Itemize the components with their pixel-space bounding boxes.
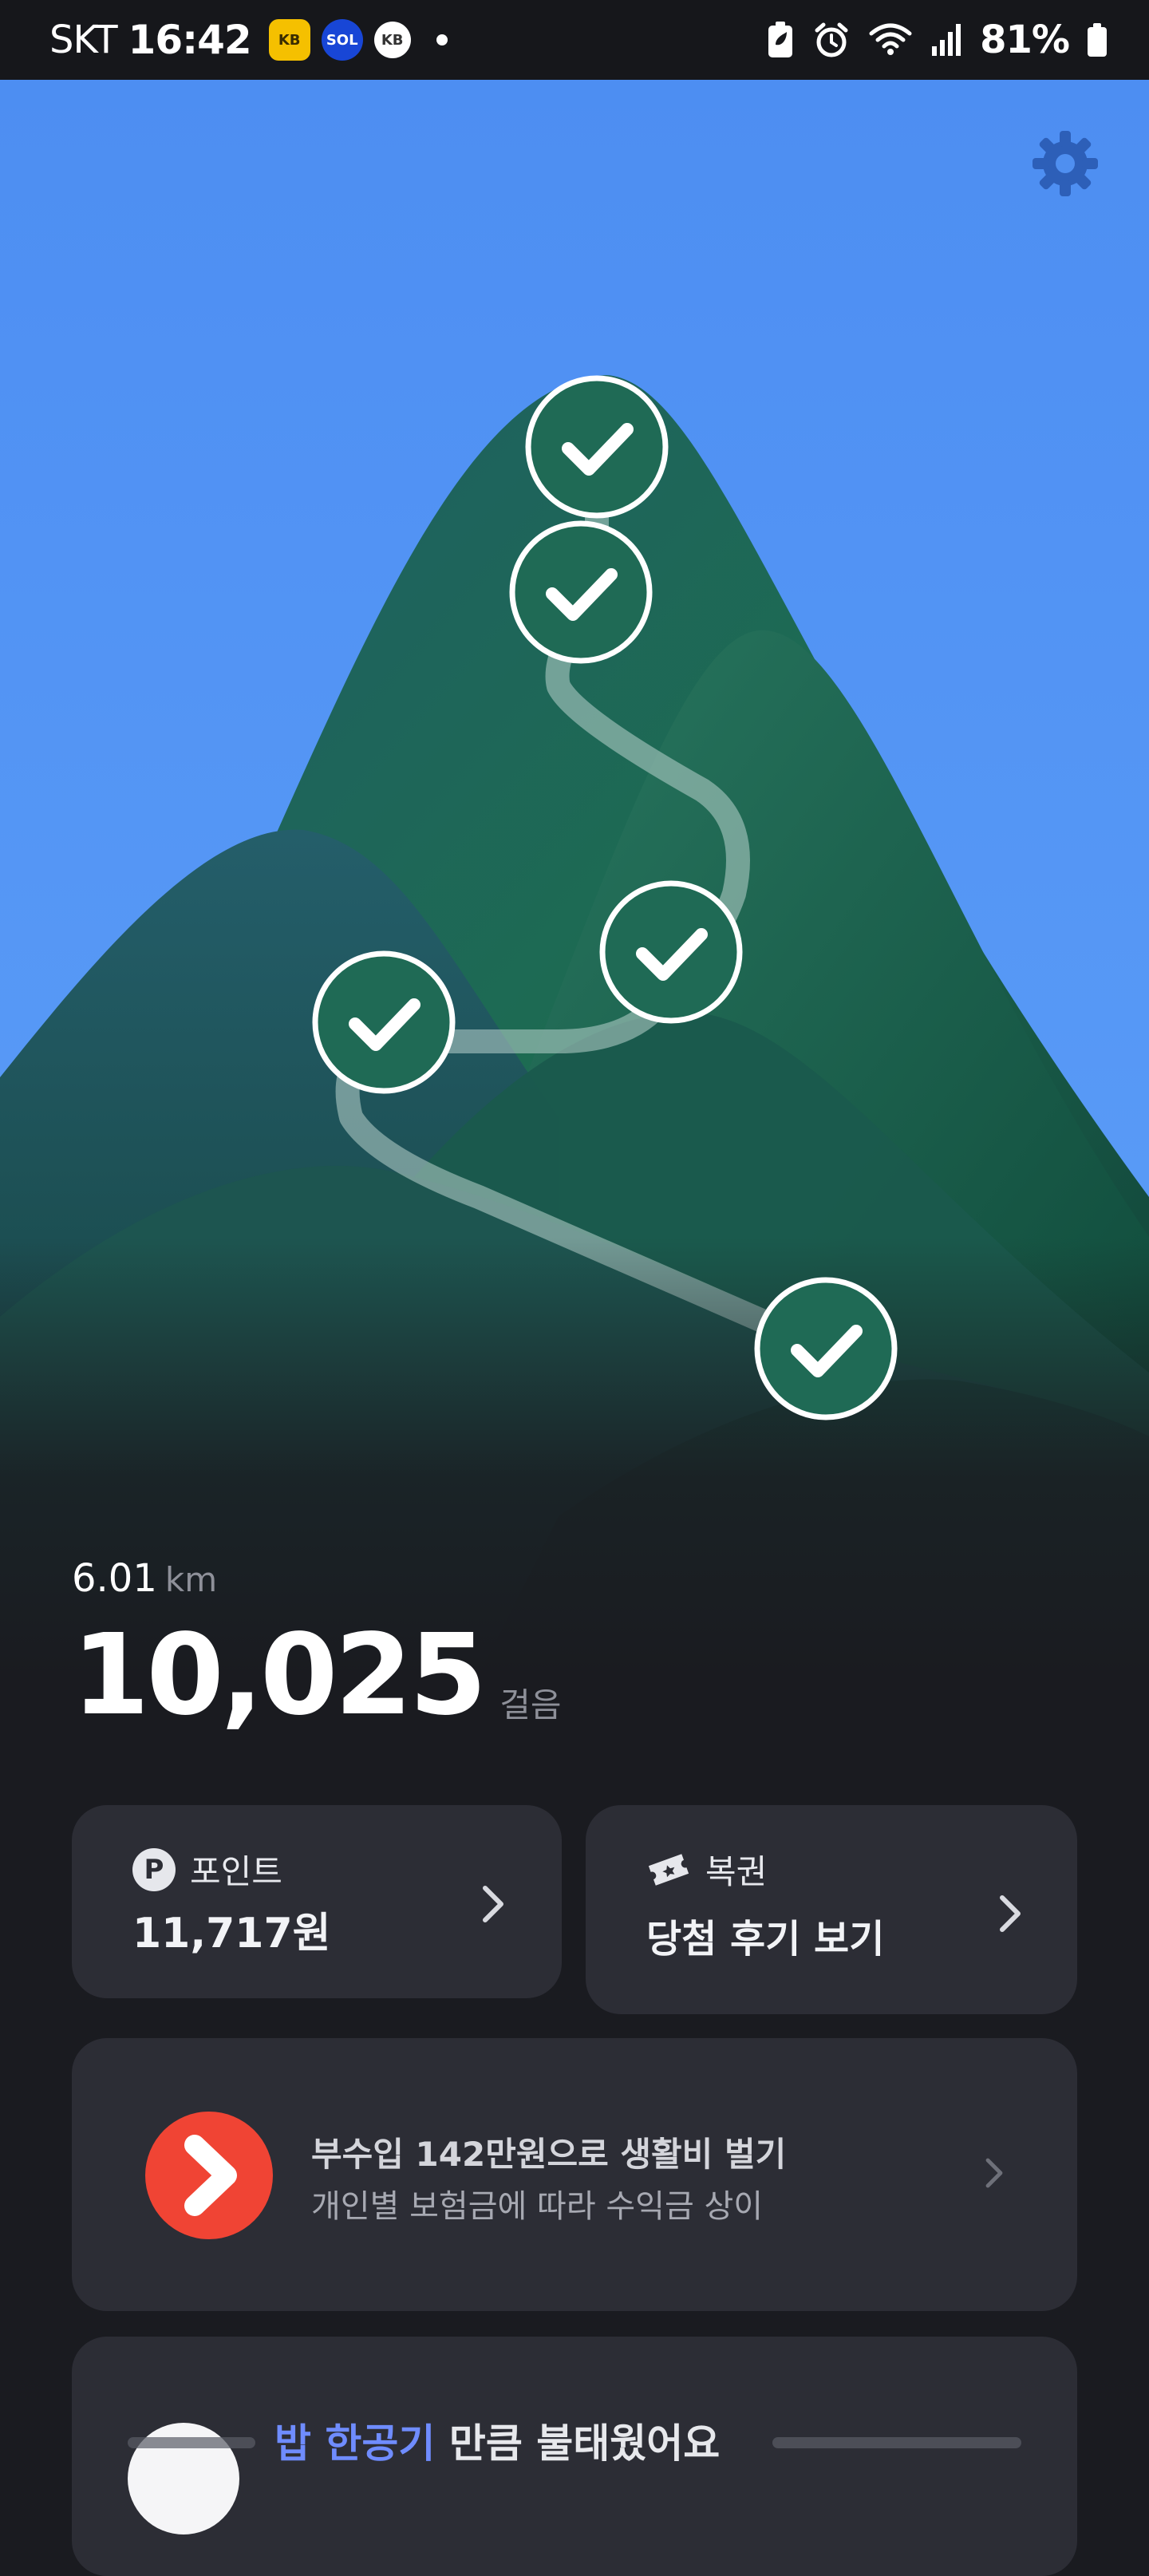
status-bar-right: 81%	[766, 0, 1108, 80]
chevron-logo-icon	[184, 2135, 237, 2216]
points-label: 포인트	[190, 1852, 282, 1891]
checkpoint-3	[599, 880, 743, 1024]
ticket-icon	[648, 1853, 689, 1886]
distance: 6.01 km	[72, 1556, 562, 1601]
step-count: 10,025 걸음	[72, 1620, 562, 1732]
walk-stats: 6.01 km 10,025 걸음	[72, 1556, 562, 1732]
ad-subtitle: 개인별 보험금에 따라 수익금 상이	[311, 2188, 764, 2225]
clock: 16:42	[128, 17, 252, 63]
points-card-header: P 포인트	[132, 1845, 282, 1894]
checkpoint-5	[754, 1277, 898, 1420]
kb-bank-app-icon: KB	[268, 19, 310, 61]
checkpoint-4	[312, 950, 456, 1094]
lottery-label: 복권	[705, 1852, 768, 1891]
calories-text: 밥 한공기 만큼 불태웠어요	[274, 2412, 720, 2469]
points-value: 11,717원	[132, 1910, 331, 1958]
battery-percent: 81%	[980, 18, 1070, 62]
wifi-icon	[869, 23, 912, 55]
notification-dot-icon	[436, 34, 448, 45]
points-card[interactable]: P 포인트 11,717원	[72, 1805, 562, 1998]
mountain-illustration	[0, 80, 1149, 1676]
points-icon: P	[132, 1847, 176, 1891]
super-sol-app-icon: SOL	[321, 19, 363, 61]
checkpoint-1	[525, 375, 669, 519]
alarm-icon	[815, 22, 848, 57]
calories-highlight: 밥 한공기	[274, 2420, 436, 2467]
calories-rest: 만큼 불태웠어요	[435, 2420, 721, 2467]
checkpoint-2	[509, 520, 653, 664]
carrier-label: SKT	[49, 18, 118, 62]
scroll-indicator-right	[772, 2437, 1021, 2448]
kb-app-icon: KB	[373, 22, 411, 58]
lottery-value: 당첨 후기 보기	[646, 1917, 885, 1962]
distance-unit: km	[164, 1560, 218, 1599]
distance-value: 6.01	[72, 1556, 157, 1601]
ad-card[interactable]: 부수입 142만원으로 생활비 벌기 개인별 보험금에 따라 수익금 상이	[72, 2038, 1077, 2311]
signal-icon	[932, 24, 961, 56]
steps-value: 10,025	[72, 1610, 487, 1740]
steps-unit: 걸음	[499, 1685, 562, 1725]
chevron-right-icon	[483, 1886, 503, 1922]
ad-brand-logo	[145, 2112, 273, 2239]
battery-icon	[1088, 23, 1107, 57]
status-bar-left: SKT 16:42 KB SOL KB	[49, 0, 448, 80]
status-bar: SKT 16:42 KB SOL KB 81%	[0, 0, 1149, 80]
chevron-right-icon	[985, 2158, 1003, 2188]
ad-title: 부수입 142만원으로 생활비 벌기	[311, 2135, 787, 2174]
scroll-indicator-left	[128, 2437, 255, 2448]
chevron-right-icon	[1000, 1895, 1021, 1932]
lottery-card[interactable]: 복권 당첨 후기 보기	[586, 1805, 1077, 2014]
gear-icon[interactable]	[1029, 128, 1101, 200]
lottery-card-header: 복권	[646, 1845, 767, 1894]
battery-saver-icon	[768, 22, 793, 57]
